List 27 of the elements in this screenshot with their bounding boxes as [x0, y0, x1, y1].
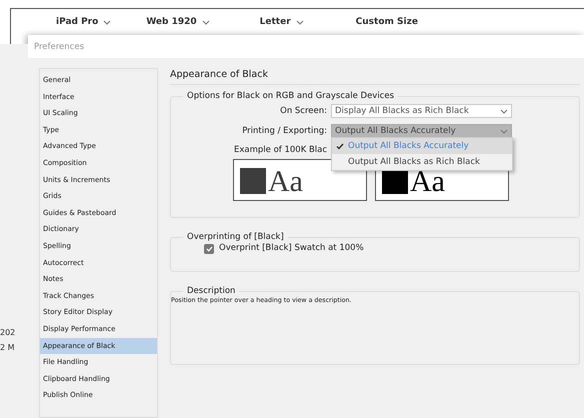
section-title: Appearance of Black	[170, 68, 580, 86]
preset-menu[interactable]: Custom Size	[356, 16, 418, 30]
dialog-title: Preferences	[28, 35, 584, 58]
field-label: Printing / Exporting:	[242, 125, 327, 138]
background-text: 2 M	[0, 342, 15, 354]
swatch-icon	[240, 168, 266, 194]
field-label: On Screen:	[280, 105, 327, 118]
caret-icon	[500, 108, 508, 114]
example-label: Example of 100K Blac	[234, 144, 328, 158]
preset-menu[interactable]: Web 1920	[146, 16, 210, 30]
caret-icon	[202, 20, 210, 25]
background-text: 202	[0, 327, 16, 339]
group-legend: Overprinting of [Black]	[183, 232, 288, 242]
preset-menu[interactable]: iPad Pro	[56, 16, 112, 30]
dropdown[interactable]: Display All Blacks as Rich Black	[331, 104, 512, 118]
group-legend: Options for Black on RGB and Grayscale Devices	[183, 91, 398, 102]
sample-text: Aa	[410, 170, 445, 194]
checkbox[interactable]	[204, 244, 214, 254]
sample-text: Aa	[268, 170, 303, 194]
caret-icon	[103, 20, 112, 25]
caret-icon	[296, 20, 304, 25]
preset-menu[interactable]: Letter	[260, 16, 304, 30]
group-legend: Description	[183, 286, 240, 296]
menu-item[interactable]: Output All Blacks as Rich Black	[332, 154, 512, 170]
check-icon	[336, 142, 344, 150]
checkbox-label: Overprint [Black] Swatch at 100%	[219, 242, 364, 256]
caret-icon	[500, 128, 508, 134]
